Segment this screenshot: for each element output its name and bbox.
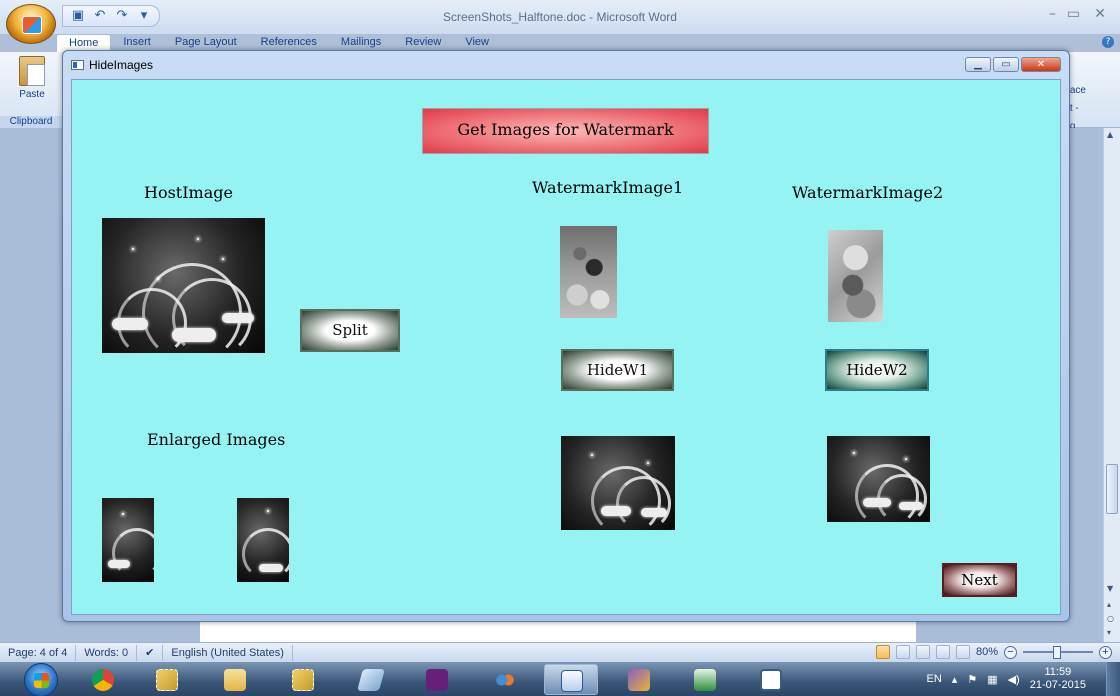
- taskbar-word[interactable]: [544, 664, 598, 695]
- setup-tool-icon: [156, 669, 178, 691]
- help-icon[interactable]: ?: [1102, 36, 1114, 48]
- taskbar: EN ▴ ⚑ ▦ ◀) 11:59 21-07-2015: [0, 662, 1120, 696]
- taskbar-app-3[interactable]: [344, 664, 398, 695]
- paste-button[interactable]: Paste: [12, 56, 52, 100]
- dialog-close-icon[interactable]: ✕: [1021, 57, 1061, 72]
- dialog-title: HideImages: [89, 58, 154, 72]
- zoom-slider[interactable]: [1023, 646, 1093, 659]
- app-window-icon: [71, 60, 84, 70]
- page-indicator[interactable]: Page: 4 of 4: [0, 644, 77, 661]
- enlarged-images-label: Enlarged Images: [147, 430, 286, 449]
- taskbar-app-5[interactable]: [612, 664, 666, 695]
- output-image-2: [827, 436, 930, 522]
- host-image-label: HostImage: [144, 183, 233, 202]
- maximize-icon[interactable]: ▭: [1067, 6, 1080, 22]
- setup-tool-icon-2: [292, 669, 314, 691]
- taskbar-app-4[interactable]: [478, 664, 532, 695]
- language-indicator[interactable]: English (United States): [163, 644, 293, 661]
- office-button[interactable]: [6, 4, 56, 44]
- hide-w1-button[interactable]: HideW1: [561, 349, 674, 391]
- watermark2-label: WatermarkImage2: [792, 183, 944, 202]
- zoom-out-icon[interactable]: −: [1004, 645, 1017, 659]
- visual-studio-icon: [426, 669, 448, 691]
- input-language[interactable]: EN: [927, 673, 942, 685]
- taskbar-explorer[interactable]: [208, 664, 262, 695]
- start-button[interactable]: [24, 663, 58, 696]
- clock-time: 11:59: [1044, 666, 1072, 678]
- chrome-icon: [92, 669, 114, 691]
- zoom-in-icon[interactable]: +: [1099, 645, 1112, 659]
- proofing-icon[interactable]: ✔: [137, 644, 164, 661]
- zoom-level[interactable]: 80%: [976, 646, 998, 658]
- excel-icon: [694, 669, 716, 691]
- taskbar-chrome[interactable]: [76, 664, 130, 695]
- split-button[interactable]: Split: [300, 309, 400, 352]
- host-image: [102, 218, 265, 353]
- next-page-icon[interactable]: ▾: [1107, 628, 1111, 637]
- enlarged-image-1: [102, 498, 154, 582]
- word-icon: [561, 670, 583, 692]
- folder-icon: [224, 669, 246, 691]
- web-layout-icon[interactable]: [915, 645, 930, 659]
- window-app-icon: [760, 669, 782, 691]
- action-center-flag-icon[interactable]: ⚑: [967, 673, 977, 686]
- close-icon[interactable]: ✕: [1094, 6, 1106, 22]
- show-desktop-button[interactable]: [1106, 662, 1120, 696]
- taskbar-app-6[interactable]: [744, 664, 798, 695]
- watermark1-label: WatermarkImage1: [532, 178, 684, 197]
- infinity-icon: [494, 669, 516, 691]
- dialog-client-area: Get Images for Watermark HostImage Water…: [71, 79, 1061, 615]
- word-window-title: ScreenShots_Halftone.doc - Microsoft Wor…: [443, 10, 677, 24]
- network-icon[interactable]: ▦: [987, 673, 997, 686]
- word-count[interactable]: Words: 0: [76, 644, 138, 661]
- clock-date: 21-07-2015: [1029, 679, 1086, 691]
- select-browse-object-icon[interactable]: ○: [1107, 614, 1114, 623]
- tools-icon: [628, 669, 650, 691]
- scroll-up-icon[interactable]: ▲: [1107, 130, 1113, 139]
- hideimages-window: HideImages ▁ ▭ ✕ Get Images for Watermar…: [62, 50, 1070, 622]
- print-layout-icon[interactable]: [875, 645, 890, 659]
- taskbar-app-1[interactable]: [140, 664, 194, 695]
- next-button[interactable]: Next: [942, 563, 1017, 597]
- taskbar-visual-studio[interactable]: [410, 664, 464, 695]
- view-and-zoom: 80% − +: [875, 645, 1112, 659]
- taskbar-excel[interactable]: [678, 664, 732, 695]
- outline-icon[interactable]: [935, 645, 950, 659]
- dialog-window-controls: ▁ ▭ ✕: [965, 57, 1061, 72]
- vertical-scrollbar[interactable]: ▲ ▼ ▴ ○ ▾: [1103, 128, 1120, 642]
- show-hidden-icons-icon[interactable]: ▴: [952, 673, 958, 686]
- system-tray: EN ▴ ⚑ ▦ ◀) 11:59 21-07-2015: [927, 666, 1087, 692]
- notebook-icon: [357, 669, 385, 691]
- dialog-minimize-icon[interactable]: ▁: [965, 57, 991, 72]
- paste-icon: [19, 56, 45, 86]
- previous-page-icon[interactable]: ▴: [1107, 600, 1111, 609]
- hide-w2-button[interactable]: HideW2: [825, 349, 929, 391]
- status-bar: Page: 4 of 4 Words: 0 ✔ English (United …: [0, 642, 1120, 662]
- output-image-1: [561, 436, 675, 530]
- scroll-thumb[interactable]: [1106, 464, 1118, 514]
- windows-logo-icon: [34, 673, 49, 688]
- taskbar-app-2[interactable]: [276, 664, 330, 695]
- get-images-button[interactable]: Get Images for Watermark: [422, 108, 709, 154]
- paste-label: Paste: [19, 89, 45, 100]
- enlarged-image-2: [237, 498, 289, 582]
- volume-icon[interactable]: ◀): [1008, 673, 1020, 686]
- clock[interactable]: 11:59 21-07-2015: [1030, 666, 1086, 692]
- dialog-maximize-icon[interactable]: ▭: [993, 57, 1019, 72]
- watermark-image-2: [828, 230, 883, 322]
- scroll-down-icon[interactable]: ▼: [1107, 584, 1113, 593]
- full-screen-reading-icon[interactable]: [895, 645, 910, 659]
- word-title-bar: ▣ ↶ ↷ ▾ ScreenShots_Halftone.doc - Micro…: [0, 0, 1120, 34]
- office-logo-icon: [22, 16, 42, 34]
- draft-icon[interactable]: [955, 645, 970, 659]
- watermark-image-1: [560, 226, 617, 318]
- minimize-icon[interactable]: –: [1049, 6, 1056, 22]
